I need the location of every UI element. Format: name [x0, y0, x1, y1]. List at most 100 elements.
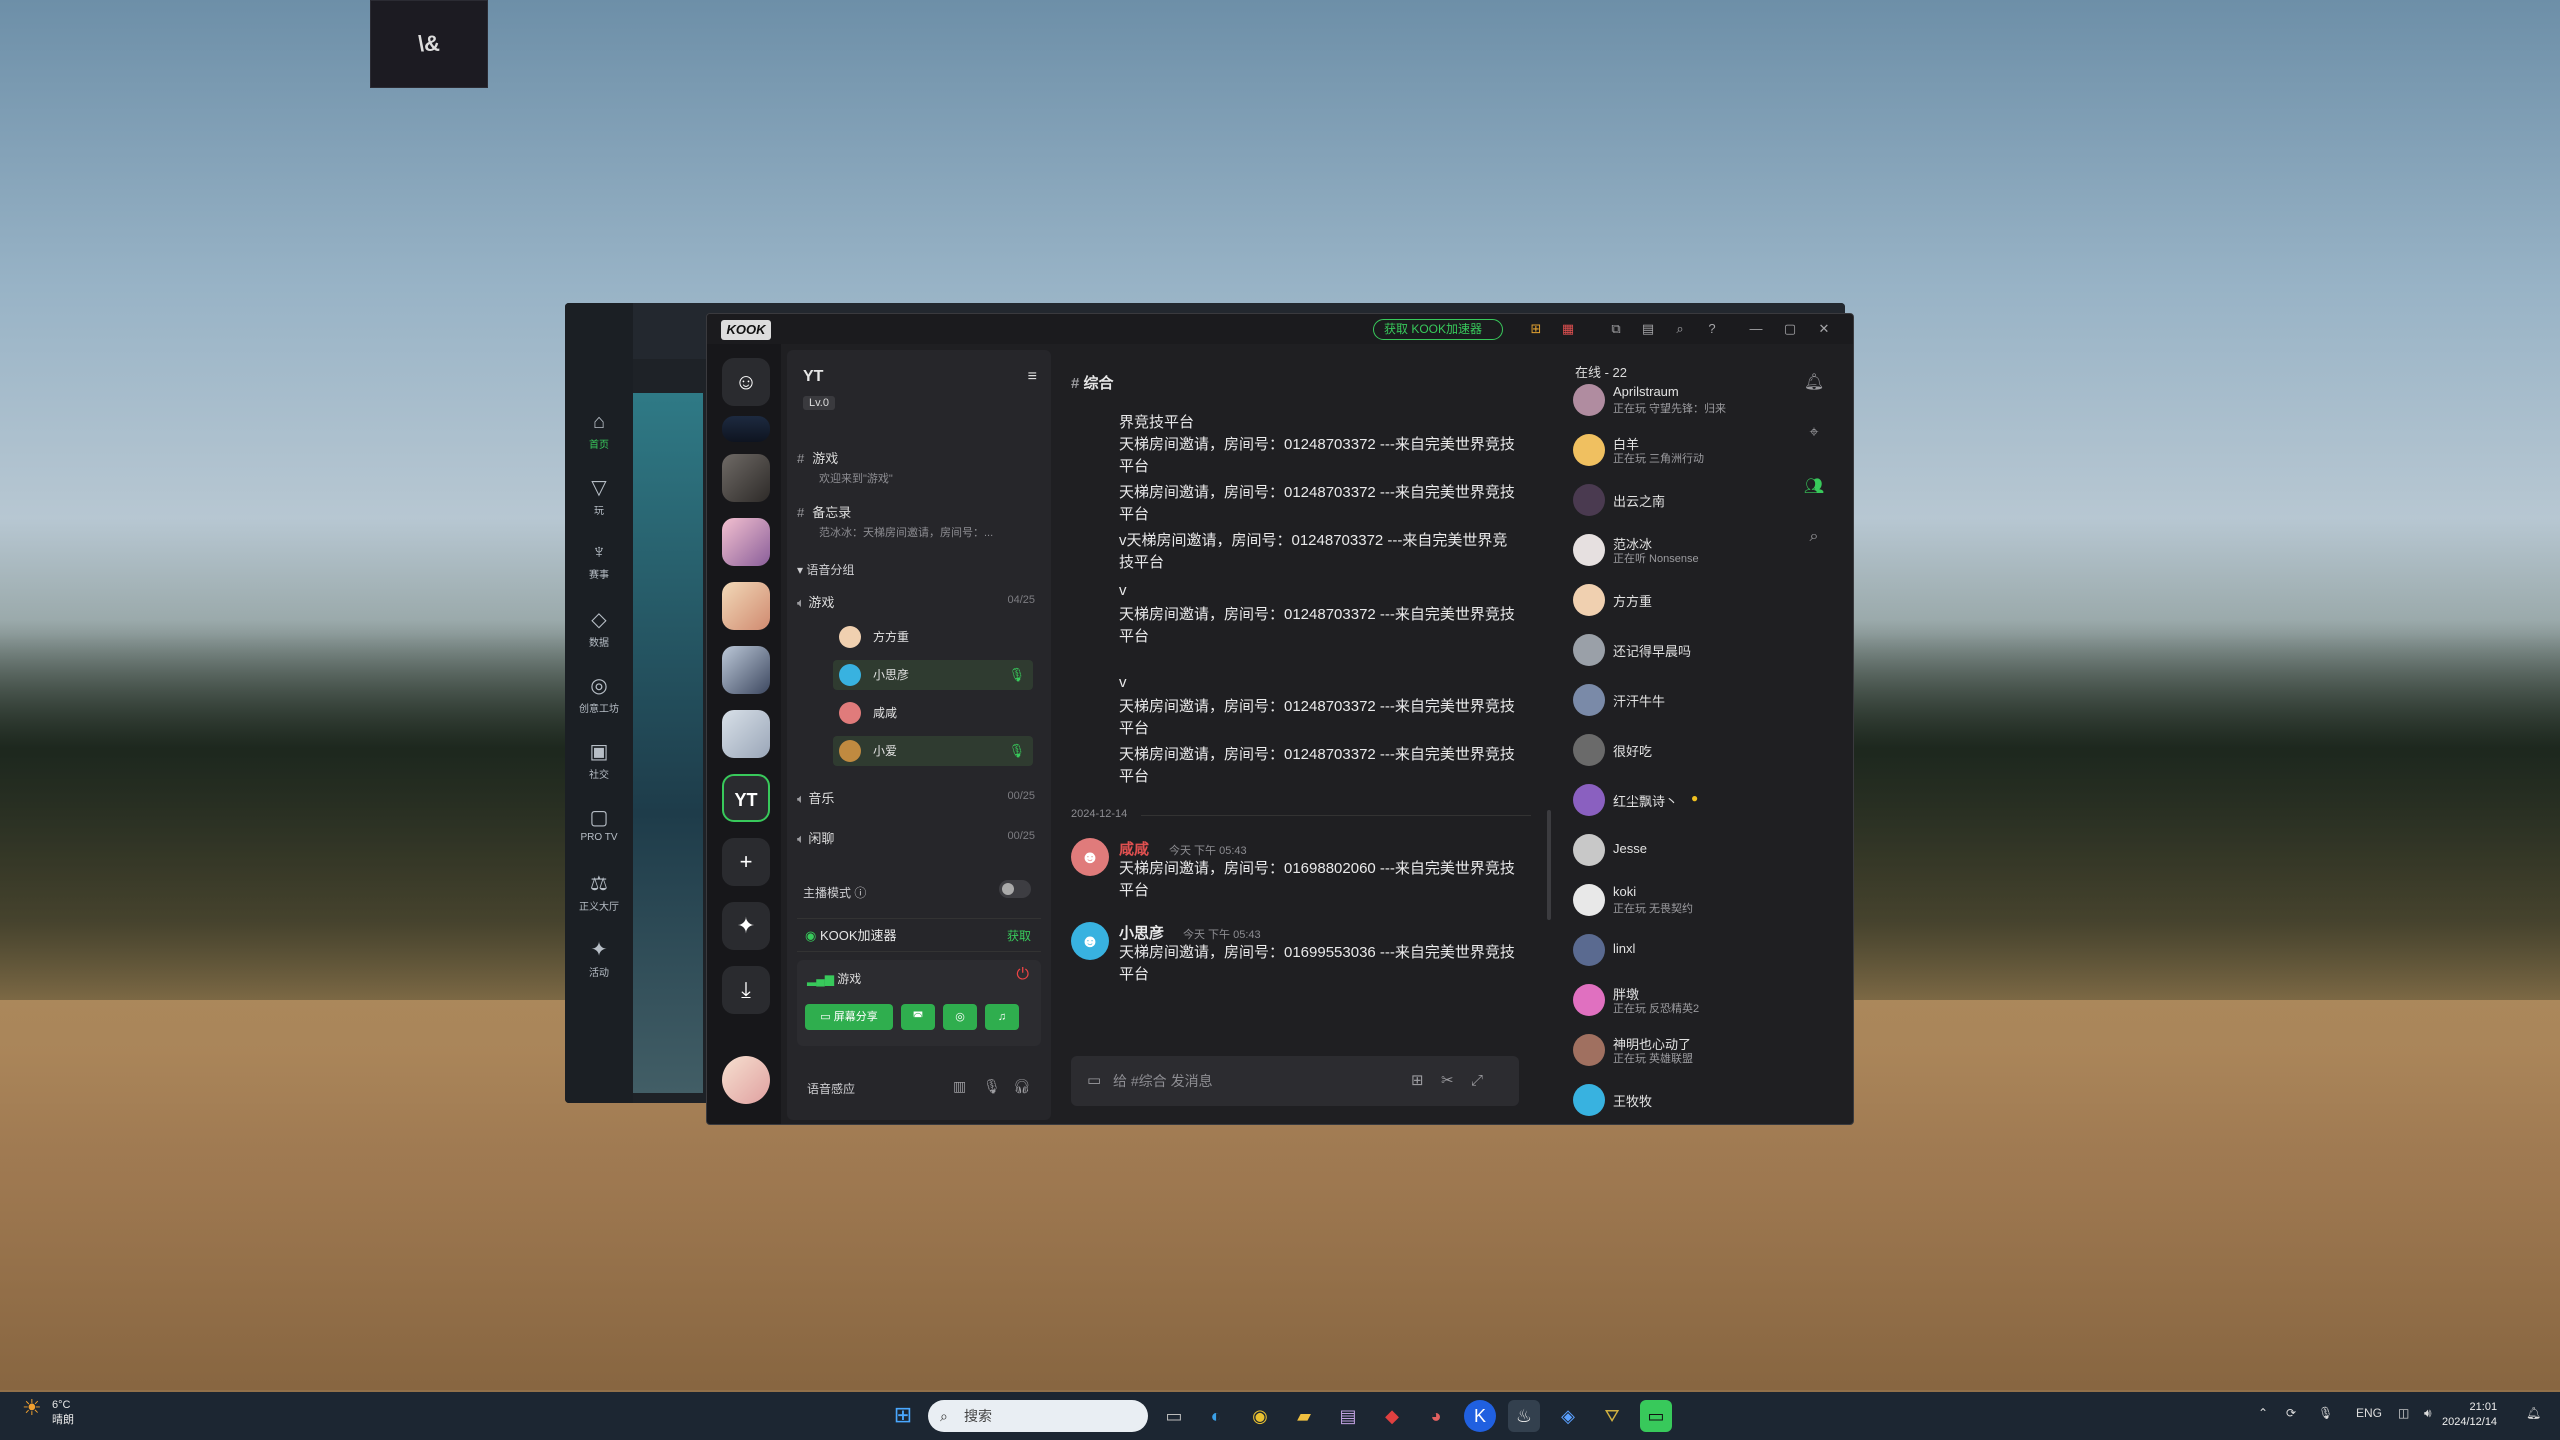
expand-icon[interactable]: ⤢ — [1471, 1056, 1483, 1106]
direct-messages-button[interactable]: ☺ — [722, 358, 770, 406]
kook-accelerator-icon[interactable]: ▭ — [1640, 1400, 1672, 1432]
desktop-game-shortcut[interactable]: \& — [370, 0, 488, 88]
disconnect-icon[interactable]: ⏻ — [1016, 966, 1029, 984]
message-list[interactable]: 界竞技平台 天梯房间邀请，房间号：01248703372 ---来自完美世界竞技… — [1057, 408, 1547, 1048]
member-item[interactable]: 王牧牧 — [1573, 1080, 1783, 1120]
bg-nav-play[interactable]: ▽ 玩 — [565, 475, 633, 517]
get-accelerator-button[interactable]: 获取 KOOK加速器 — [1373, 319, 1503, 340]
wifi-icon[interactable]: ◫ — [2398, 1406, 2409, 1420]
member-item[interactable]: 很好吃 — [1573, 730, 1783, 770]
volume-icon[interactable]: 🔊︎ — [2424, 1406, 2432, 1421]
app-icon[interactable]: ◆ — [1376, 1400, 1408, 1432]
member-item[interactable]: Aprilstraum 正在玩 守望先锋：归来 — [1573, 380, 1783, 420]
start-button[interactable]: ⊞ — [890, 1402, 916, 1428]
accelerator-get-link[interactable]: 获取 — [1007, 919, 1031, 953]
headphones-icon[interactable]: 🎧︎ — [1013, 1078, 1031, 1095]
task-view-icon[interactable]: ▭ — [1158, 1400, 1190, 1432]
clock[interactable]: 21:01 2024/12/14 — [2442, 1400, 2497, 1430]
bg-nav-events[interactable]: ♆ 赛事 — [565, 541, 633, 581]
file-explorer-icon[interactable]: ▰ — [1288, 1400, 1320, 1432]
bg-nav-activity[interactable]: ✦ 活动 — [565, 937, 633, 979]
screenshot-icon[interactable]: ⧉ — [1607, 320, 1625, 338]
message-author[interactable]: 咸咸 — [1119, 838, 1149, 859]
discover-button[interactable]: ✦ — [722, 902, 770, 950]
help-icon[interactable]: ? — [1703, 320, 1721, 338]
server-icon-3[interactable] — [722, 518, 770, 566]
message-input[interactable]: ▭ 给 #综合 发消息 ⊞ ✂ ⤢ — [1071, 1056, 1519, 1106]
minimize-icon[interactable]: — — [1747, 320, 1765, 338]
screen-share-button[interactable]: ▭ 屏幕分享 — [805, 1004, 893, 1030]
browser-icon[interactable]: ◈ — [1552, 1400, 1584, 1432]
help-circle-icon[interactable]: ⓘ — [854, 886, 866, 900]
maximize-icon[interactable]: ▢ — [1781, 320, 1799, 338]
search-icon[interactable]: ⌕ — [1803, 528, 1825, 550]
media-icon[interactable]: ▤ — [1332, 1400, 1364, 1432]
voice-channel-chat[interactable]: 🔈︎ 闲聊 00/25 — [797, 828, 1041, 850]
message-author[interactable]: 小思彦 — [1119, 922, 1164, 943]
voice-channel-music[interactable]: 🔈︎ 音乐 00/25 — [797, 788, 1041, 810]
avatar[interactable]: ☻ — [1071, 922, 1109, 960]
member-item[interactable]: Jesse — [1573, 830, 1783, 870]
attach-icon[interactable]: ⊞ — [1411, 1056, 1424, 1106]
search-icon[interactable]: ⌕ — [1671, 320, 1689, 338]
member-item[interactable]: linxl — [1573, 930, 1783, 970]
add-server-button[interactable]: + — [722, 838, 770, 886]
gift-icon[interactable]: ⊞ — [1527, 320, 1545, 338]
download-button[interactable]: ⤓ — [722, 966, 770, 1014]
server-icon-4[interactable] — [722, 582, 770, 630]
voice-category[interactable]: ▾ 语音分组 — [797, 561, 854, 578]
mic-tray-icon[interactable]: 🎙︎ — [2318, 1406, 2333, 1420]
bg-nav-justice[interactable]: ⚖ 正义大厅 — [565, 871, 633, 913]
soundboard-button[interactable]: ◚ — [901, 1004, 935, 1030]
chrome-icon[interactable]: ◉ — [1244, 1400, 1276, 1432]
bg-nav-data[interactable]: ◇ 数据 — [565, 607, 633, 649]
menu-icon[interactable]: ≡ — [1028, 368, 1037, 386]
voice-user[interactable]: 方方重 — [833, 622, 1033, 652]
member-item[interactable]: koki 正在玩 无畏契约 — [1573, 880, 1783, 920]
member-item[interactable]: 神明也心动了 正在玩 英雄联盟 — [1573, 1030, 1783, 1070]
game-app-icon[interactable]: ◕ — [1420, 1400, 1452, 1432]
scissors-icon[interactable]: ✂ — [1441, 1056, 1454, 1106]
accelerator-row[interactable]: ◉ KOOK加速器 获取 — [797, 918, 1041, 952]
text-channel-memo[interactable]: # 备忘录 范冰冰：天梯房间邀请，房间号：... — [797, 502, 1037, 540]
network-app-icon[interactable]: ⟳ — [2286, 1406, 2296, 1420]
text-channel-game[interactable]: # 游戏 欢迎来到"游戏" — [797, 448, 1037, 486]
voice-user[interactable]: 小思彦 🎙︎ — [833, 660, 1033, 690]
server-icon-2[interactable] — [722, 454, 770, 502]
member-item[interactable]: 汗汗牛牛 — [1573, 680, 1783, 720]
member-item[interactable]: 白羊 正在玩 三角洲行动 — [1573, 430, 1783, 470]
bg-nav-workshop[interactable]: ◎ 创意工坊 — [565, 673, 633, 715]
server-yt[interactable]: YT — [722, 774, 770, 822]
inbox-icon[interactable]: ▤ — [1639, 320, 1657, 338]
chevron-up-icon[interactable]: ⌃ — [2258, 1406, 2268, 1420]
bg-nav-social[interactable]: ▣ 社交 — [565, 739, 633, 781]
anchor-mode-toggle[interactable] — [999, 880, 1031, 898]
member-item[interactable]: 胖墩 正在玩 反恐精英2 — [1573, 980, 1783, 1020]
language-indicator[interactable]: ENG — [2356, 1406, 2382, 1420]
kook-taskbar-icon[interactable]: K — [1464, 1400, 1496, 1432]
edge-icon[interactable]: ◐ — [1200, 1400, 1232, 1432]
bg-nav-protv[interactable]: ▢ PRO TV — [565, 805, 633, 843]
music-button[interactable]: ♫ — [985, 1004, 1019, 1030]
voice-user[interactable]: 咸咸 — [833, 698, 1033, 728]
member-item[interactable]: 方方重 — [1573, 580, 1783, 620]
event-icon[interactable]: ▦ — [1559, 320, 1577, 338]
member-item[interactable]: 红尘飘诗丶 ● — [1573, 780, 1783, 820]
notification-icon[interactable]: 🔔︎ — [2526, 1406, 2541, 1420]
bg-nav-home[interactable]: ⌂ 首页 — [565, 411, 633, 451]
steam-icon[interactable]: ♨ — [1508, 1400, 1540, 1432]
server-name[interactable]: YT — [803, 368, 823, 386]
server-icon-5[interactable] — [722, 646, 770, 694]
server-icon-1[interactable] — [722, 416, 770, 442]
effects-button[interactable]: ◎ — [943, 1004, 977, 1030]
kook-window[interactable]: KOOK 获取 KOOK加速器 ⊞ ▦ ⧉ ▤ ⌕ ? — ▢ ✕ ☺ YT +… — [706, 313, 1854, 1125]
members-icon[interactable]: 👥︎ — [1803, 476, 1825, 498]
csgo-icon[interactable]: ⛛ — [1596, 1400, 1628, 1432]
chat-scrollbar[interactable] — [1547, 810, 1551, 920]
server-icon-6[interactable] — [722, 710, 770, 758]
weather-widget[interactable]: ☀ 6°C 晴朗 — [22, 1397, 74, 1428]
pin-icon[interactable]: ⌖ — [1803, 424, 1825, 446]
member-item[interactable]: 还记得早晨吗 — [1573, 630, 1783, 670]
member-item[interactable]: 范冰冰 正在听 Nonsense — [1573, 530, 1783, 570]
avatar[interactable]: ☻ — [1071, 838, 1109, 876]
